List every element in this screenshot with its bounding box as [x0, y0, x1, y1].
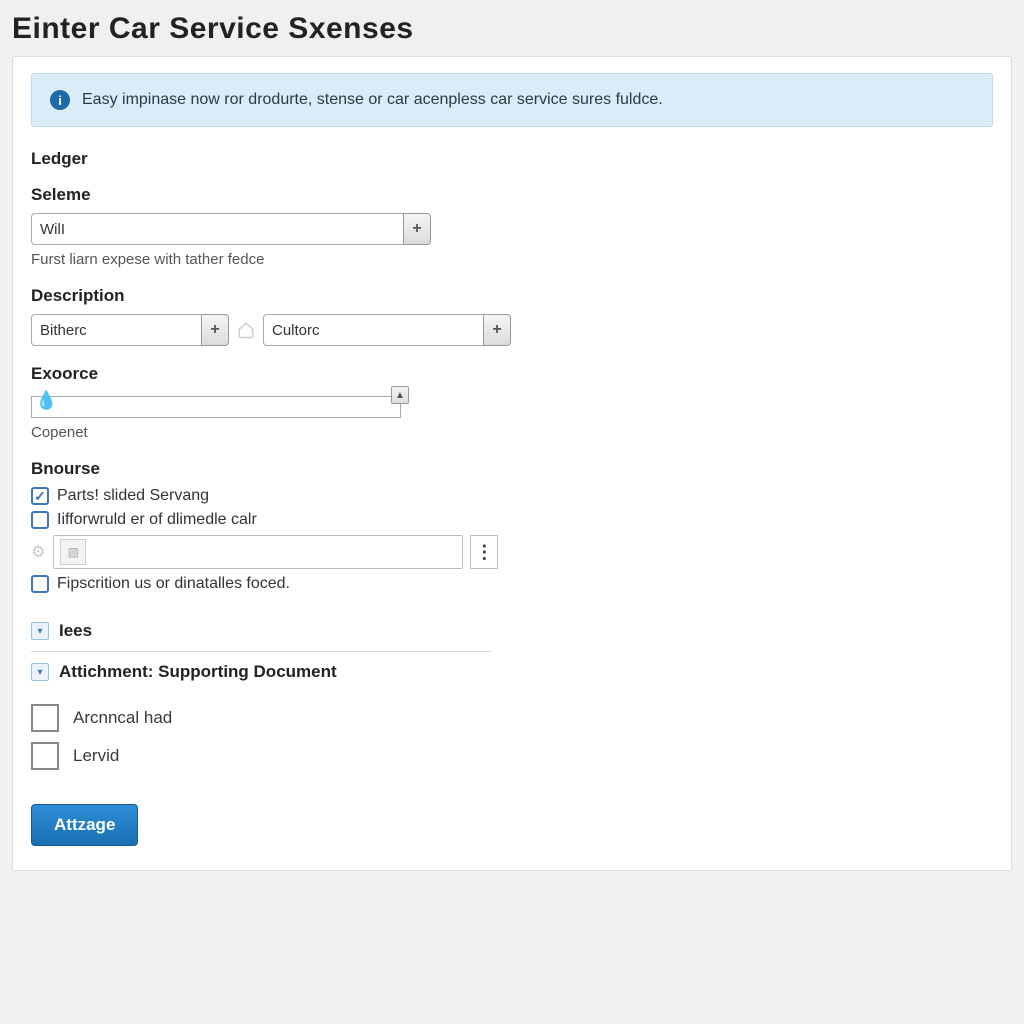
submit-button[interactable]: Attzage: [31, 804, 138, 846]
page-title: Einter Car Service Sxenses: [12, 12, 1012, 46]
exoorce-help: Copenet: [31, 424, 993, 441]
drip-icon: 💧: [35, 390, 57, 411]
seleme-help: Furst liarn expese with tather fedce: [31, 251, 993, 268]
seleme-label: Seleme: [31, 185, 993, 205]
exoorce-stepper-up[interactable]: ▲: [391, 386, 409, 404]
info-text: Easy impinase now ror drodurte, stense o…: [82, 91, 663, 109]
seleme-add-button[interactable]: +: [403, 213, 431, 245]
file-input[interactable]: ▧: [53, 535, 463, 569]
attachment-toggle[interactable]: ▾: [31, 663, 49, 681]
gear-icon: ⚙: [31, 542, 45, 562]
description-add-button-1[interactable]: +: [201, 314, 229, 346]
attachment-checkbox-1[interactable]: [31, 704, 59, 732]
attachment-opt1-label: Arcnncal had: [73, 708, 172, 728]
file-more-button[interactable]: ⋮: [470, 535, 498, 569]
bnourse-checkbox-3[interactable]: [31, 575, 49, 593]
bnourse-checkbox-2[interactable]: [31, 511, 49, 529]
bnourse-opt1-label: Parts! slided Servang: [57, 487, 209, 505]
file-thumb-icon: ▧: [60, 539, 86, 565]
bnourse-label: Bnourse: [31, 459, 993, 479]
exoorce-input[interactable]: [31, 396, 401, 418]
iees-section: ▾ Iees: [31, 611, 491, 652]
description-label: Description: [31, 286, 993, 306]
description-input-1[interactable]: [31, 314, 201, 346]
iees-toggle[interactable]: ▾: [31, 622, 49, 640]
attachment-opt2-label: Lervid: [73, 746, 119, 766]
attachment-section: ▾ Attichment: Supporting Document: [31, 652, 491, 692]
info-icon: i: [50, 90, 70, 110]
seleme-input[interactable]: [31, 213, 403, 245]
ledger-label: Ledger: [31, 149, 993, 169]
bnourse-opt3-label: Fipscrition us or dinatalles foced.: [57, 575, 290, 593]
description-input-2[interactable]: [263, 314, 483, 346]
bnourse-checkbox-1[interactable]: [31, 487, 49, 505]
bnourse-opt2-label: Iifforwruld er of dlimedle calr: [57, 511, 257, 529]
attachment-checkbox-2[interactable]: [31, 742, 59, 770]
attachment-label: Attichment: Supporting Document: [59, 662, 337, 682]
description-add-button-2[interactable]: +: [483, 314, 511, 346]
exoorce-label: Exoorce: [31, 364, 993, 384]
tag-icon: [237, 321, 255, 339]
info-banner: i Easy impinase now ror drodurte, stense…: [31, 73, 993, 127]
iees-label: Iees: [59, 621, 92, 641]
form-panel: i Easy impinase now ror drodurte, stense…: [12, 56, 1012, 871]
